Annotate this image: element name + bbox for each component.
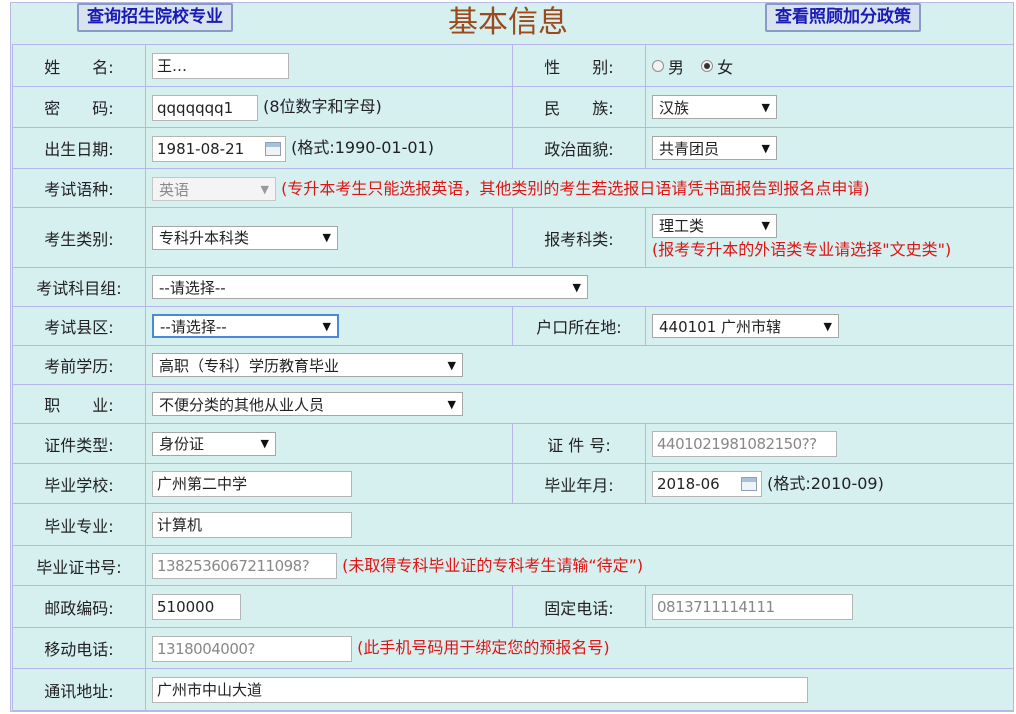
- radio-checked-icon: [701, 59, 714, 72]
- candidate-type-value: 专科升本科类: [159, 229, 250, 247]
- id-number-input[interactable]: [652, 430, 837, 457]
- household-value: 440101 广州市辖: [659, 317, 782, 336]
- birthdate-value: 1981-08-21: [157, 139, 245, 158]
- certificate-input[interactable]: [152, 553, 337, 580]
- exam-language-value: 英语: [159, 180, 190, 199]
- basic-info-form: 姓 名: 性 别: 男 女 密 码: (8位数字和字母) 民 族: 汉族 ▼ 出生…: [12, 44, 1014, 711]
- household-label: 户口所在地:: [512, 306, 646, 346]
- ethnicity-select[interactable]: 汉族 ▼: [652, 95, 777, 119]
- password-input[interactable]: [152, 94, 258, 121]
- phone-label: 固定电话:: [512, 585, 646, 628]
- id-number-label: 证 件 号:: [512, 423, 646, 464]
- radio-icon: [652, 59, 664, 72]
- major-label: 毕业专业:: [12, 503, 146, 546]
- bonus-policy-button[interactable]: 查看照顾加分政策: [765, 3, 921, 32]
- subject-group-select[interactable]: --请选择-- ▼: [152, 275, 588, 299]
- id-type-value: 身份证: [159, 435, 205, 453]
- calendar-icon[interactable]: [265, 141, 281, 156]
- subject-group-label: 考试科目组:: [12, 267, 146, 307]
- education-select[interactable]: 高职（专科）学历教育毕业 ▼: [152, 353, 463, 377]
- exam-county-select[interactable]: --请选择-- ▼: [152, 314, 339, 338]
- gender-male-label: 男: [668, 57, 685, 77]
- mobile-note: (此手机号码用于绑定您的预报名号): [357, 638, 610, 658]
- gender-male-radio[interactable]: 男: [652, 54, 684, 78]
- school-label: 毕业学校:: [12, 463, 146, 504]
- grad-date-hint: (格式:2010-09): [767, 473, 884, 493]
- dropdown-arrow-icon: ▼: [761, 141, 770, 155]
- subject-group-value: --请选择--: [159, 278, 226, 297]
- education-label: 考前学历:: [12, 345, 146, 385]
- ethnicity-value: 汉族: [659, 98, 690, 117]
- gender-female-label: 女: [717, 57, 734, 77]
- political-label: 政治面貌:: [512, 127, 646, 169]
- password-label: 密 码:: [12, 86, 146, 128]
- dropdown-arrow-icon: ▼: [322, 319, 331, 333]
- birthdate-hint: (格式:1990-01-01): [291, 138, 434, 158]
- phone-input[interactable]: [652, 593, 853, 620]
- calendar-icon[interactable]: [741, 477, 757, 492]
- name-input[interactable]: [152, 52, 289, 79]
- mobile-label: 移动电话:: [12, 627, 146, 669]
- birthdate-label: 出生日期:: [12, 127, 146, 169]
- certificate-note: (未取得专科毕业证的专科考生请输“待定”): [342, 555, 644, 575]
- subject-category-select[interactable]: 理工类 ▼: [652, 213, 777, 238]
- occupation-select[interactable]: 不便分类的其他从业人员 ▼: [152, 392, 463, 416]
- postcode-label: 邮政编码:: [12, 585, 146, 628]
- subject-category-note: (报考专升本的外语类专业请选择"文史类"): [652, 239, 952, 259]
- grad-date-label: 毕业年月:: [512, 463, 646, 504]
- query-schools-button[interactable]: 查询招生院校专业: [77, 3, 233, 32]
- grad-date-value: 2018-06: [657, 475, 720, 494]
- occupation-value: 不便分类的其他从业人员: [159, 395, 325, 414]
- dropdown-arrow-icon: ▼: [322, 231, 331, 244]
- exam-county-value: --请选择--: [160, 317, 227, 336]
- education-value: 高职（专科）学历教育毕业: [159, 356, 340, 375]
- dropdown-arrow-icon: ▼: [761, 218, 770, 232]
- gender-label: 性 别:: [512, 44, 646, 87]
- major-input[interactable]: [152, 511, 352, 538]
- dropdown-arrow-icon: ▼: [260, 182, 269, 196]
- dropdown-arrow-icon: ▼: [761, 100, 770, 114]
- school-input[interactable]: [152, 470, 352, 497]
- mobile-input[interactable]: [152, 635, 352, 662]
- exam-county-label: 考试县区:: [12, 306, 146, 346]
- household-select[interactable]: 440101 广州市辖 ▼: [652, 314, 839, 338]
- dropdown-arrow-icon: ▼: [572, 280, 581, 294]
- subject-category-value: 理工类: [659, 216, 705, 235]
- address-label: 通讯地址:: [12, 668, 146, 711]
- dropdown-arrow-icon: ▼: [447, 358, 456, 372]
- exam-language-label: 考试语种:: [12, 168, 146, 208]
- id-type-select[interactable]: 身份证 ▼: [152, 431, 276, 456]
- candidate-type-label: 考生类别:: [12, 207, 146, 268]
- address-input[interactable]: [152, 676, 808, 703]
- occupation-label: 职 业:: [12, 384, 146, 424]
- name-label: 姓 名:: [12, 44, 146, 87]
- birthdate-input[interactable]: 1981-08-21: [152, 135, 286, 162]
- candidate-type-select[interactable]: 专科升本科类 ▼: [152, 225, 338, 250]
- dropdown-arrow-icon: ▼: [260, 437, 269, 450]
- ethnicity-label: 民 族:: [512, 86, 646, 128]
- subject-category-label: 报考科类:: [512, 207, 646, 268]
- gender-female-radio[interactable]: 女: [701, 54, 733, 78]
- exam-language-select[interactable]: 英语 ▼: [152, 177, 276, 202]
- political-value: 共青团员: [659, 139, 720, 158]
- exam-language-note: (专升本考生只能选报英语，其他类别的考生若选报日语请凭书面报告到报名点申请): [281, 178, 870, 198]
- postcode-input[interactable]: [152, 593, 241, 620]
- certificate-label: 毕业证书号:: [12, 545, 146, 586]
- dropdown-arrow-icon: ▼: [823, 319, 832, 333]
- grad-date-input[interactable]: 2018-06: [652, 471, 762, 498]
- dropdown-arrow-icon: ▼: [447, 397, 456, 411]
- id-type-label: 证件类型:: [12, 423, 146, 464]
- political-select[interactable]: 共青团员 ▼: [652, 136, 777, 160]
- password-hint: (8位数字和字母): [263, 97, 382, 117]
